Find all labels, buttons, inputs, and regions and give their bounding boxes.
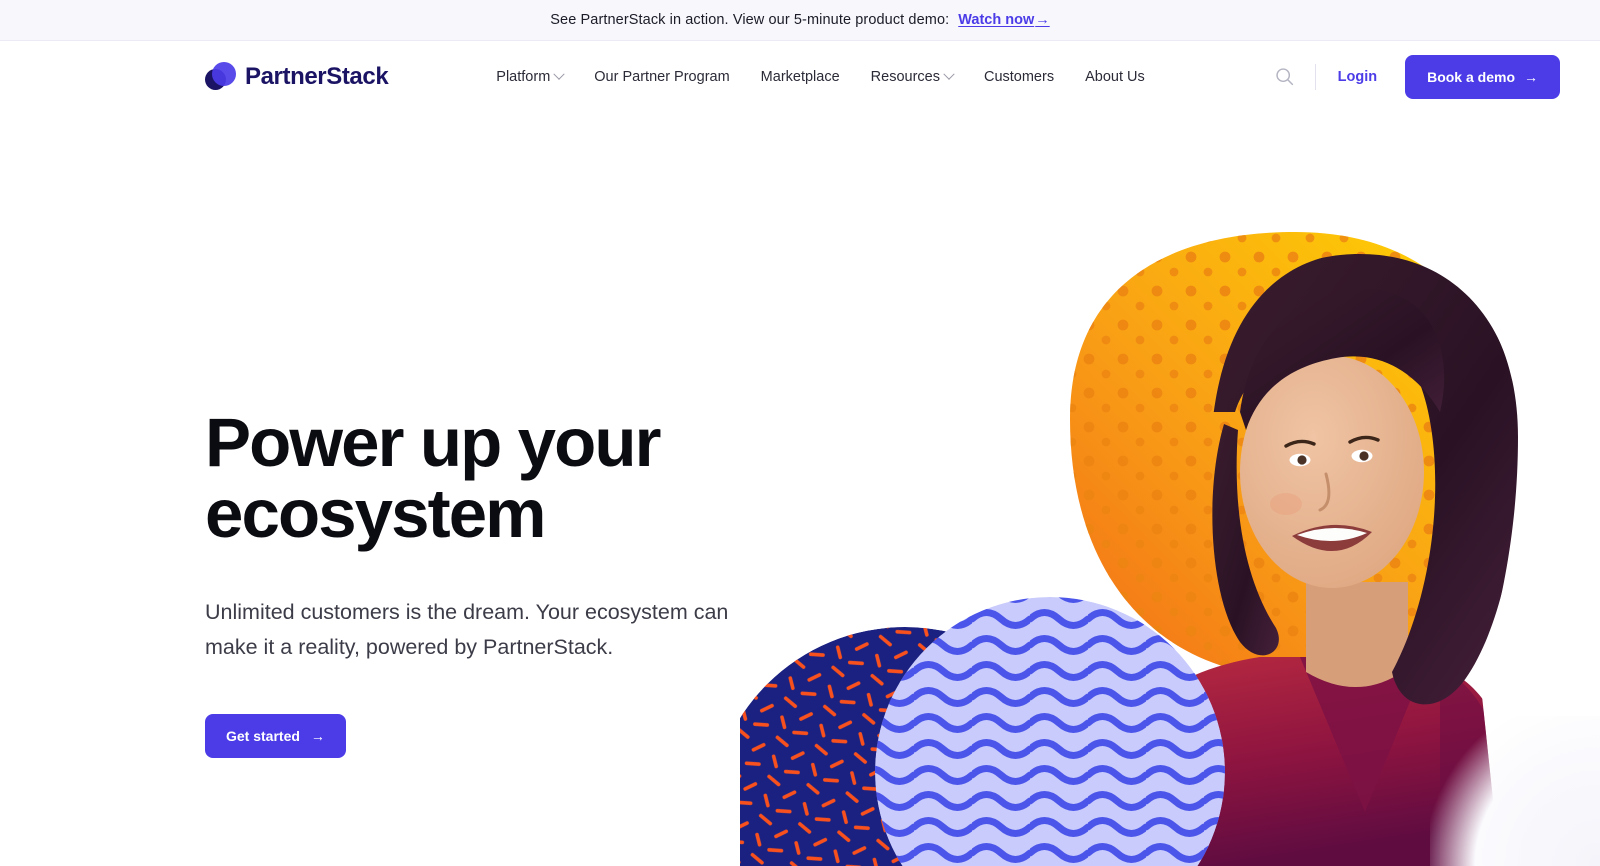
portrait-photo <box>1112 254 1518 866</box>
nav-label: Our Partner Program <box>594 68 730 85</box>
logo-text: PartnerStack <box>245 62 389 90</box>
hero-title-line-1: Power up your <box>205 404 661 481</box>
nav-label: About Us <box>1085 68 1145 85</box>
announcement-text: See PartnerStack in action. View our 5-m… <box>550 12 950 28</box>
hero-section: Power up your ecosystem Unlimited custom… <box>0 112 1600 866</box>
hero-title-line-2: ecosystem <box>205 475 547 553</box>
corner-decoration <box>1430 716 1600 866</box>
announcement-banner: See PartnerStack in action. View our 5-m… <box>0 0 1600 41</box>
nav-label: Marketplace <box>760 68 840 85</box>
nav-item-marketplace[interactable]: Marketplace <box>761 69 840 85</box>
logo[interactable]: PartnerStack <box>205 61 389 92</box>
nav-item-our-partner-program[interactable]: Our Partner Program <box>594 69 729 85</box>
hero-copy: Power up your ecosystem Unlimited custom… <box>205 407 825 758</box>
nav-item-platform[interactable]: Platform <box>496 68 565 85</box>
arrow-right-icon: → <box>1035 12 1050 28</box>
chevron-down-icon <box>943 68 955 80</box>
logo-circle-front <box>212 62 236 86</box>
hero-artwork-svg <box>740 232 1518 866</box>
nav-label: Customers <box>983 68 1055 85</box>
nav-item-customers[interactable]: Customers <box>984 69 1054 85</box>
header-divider <box>1314 63 1316 90</box>
get-started-button[interactable]: Get started → <box>205 713 346 758</box>
watch-now-label: Watch now <box>958 12 1035 28</box>
chevron-down-icon <box>553 68 565 80</box>
search-button[interactable] <box>1263 55 1307 99</box>
hero-subtitle: Unlimited customers is the dream. Your e… <box>205 600 729 659</box>
get-started-label: Get started <box>226 727 300 744</box>
yellow-blob <box>1070 232 1510 677</box>
partnerstack-logo-icon <box>205 61 236 92</box>
hero-illustration <box>740 112 1600 866</box>
search-icon <box>1276 68 1294 86</box>
hero-title: Power up your ecosystem <box>205 407 825 549</box>
arrow-right-icon: → <box>1524 68 1538 85</box>
login-link[interactable]: Login <box>1338 69 1377 85</box>
book-a-demo-label: Book a demo <box>1427 68 1515 85</box>
book-a-demo-button[interactable]: Book a demo → <box>1405 54 1560 99</box>
nav-label: Resources <box>870 68 940 85</box>
nav-item-resources[interactable]: Resources <box>870 68 955 85</box>
periwinkle-wave-circle <box>875 597 1225 866</box>
nav-label: Platform <box>496 68 551 85</box>
arrow-right-icon: → <box>310 727 325 744</box>
nav-item-about-us[interactable]: About Us <box>1085 69 1145 85</box>
watch-now-link[interactable]: Watch now → <box>958 12 1049 28</box>
main-navigation: Platform Our Partner Program Marketplace… <box>496 68 1145 85</box>
header-actions: Login Book a demo → <box>1263 54 1560 99</box>
site-header: PartnerStack Platform Our Partner Progra… <box>0 41 1600 112</box>
